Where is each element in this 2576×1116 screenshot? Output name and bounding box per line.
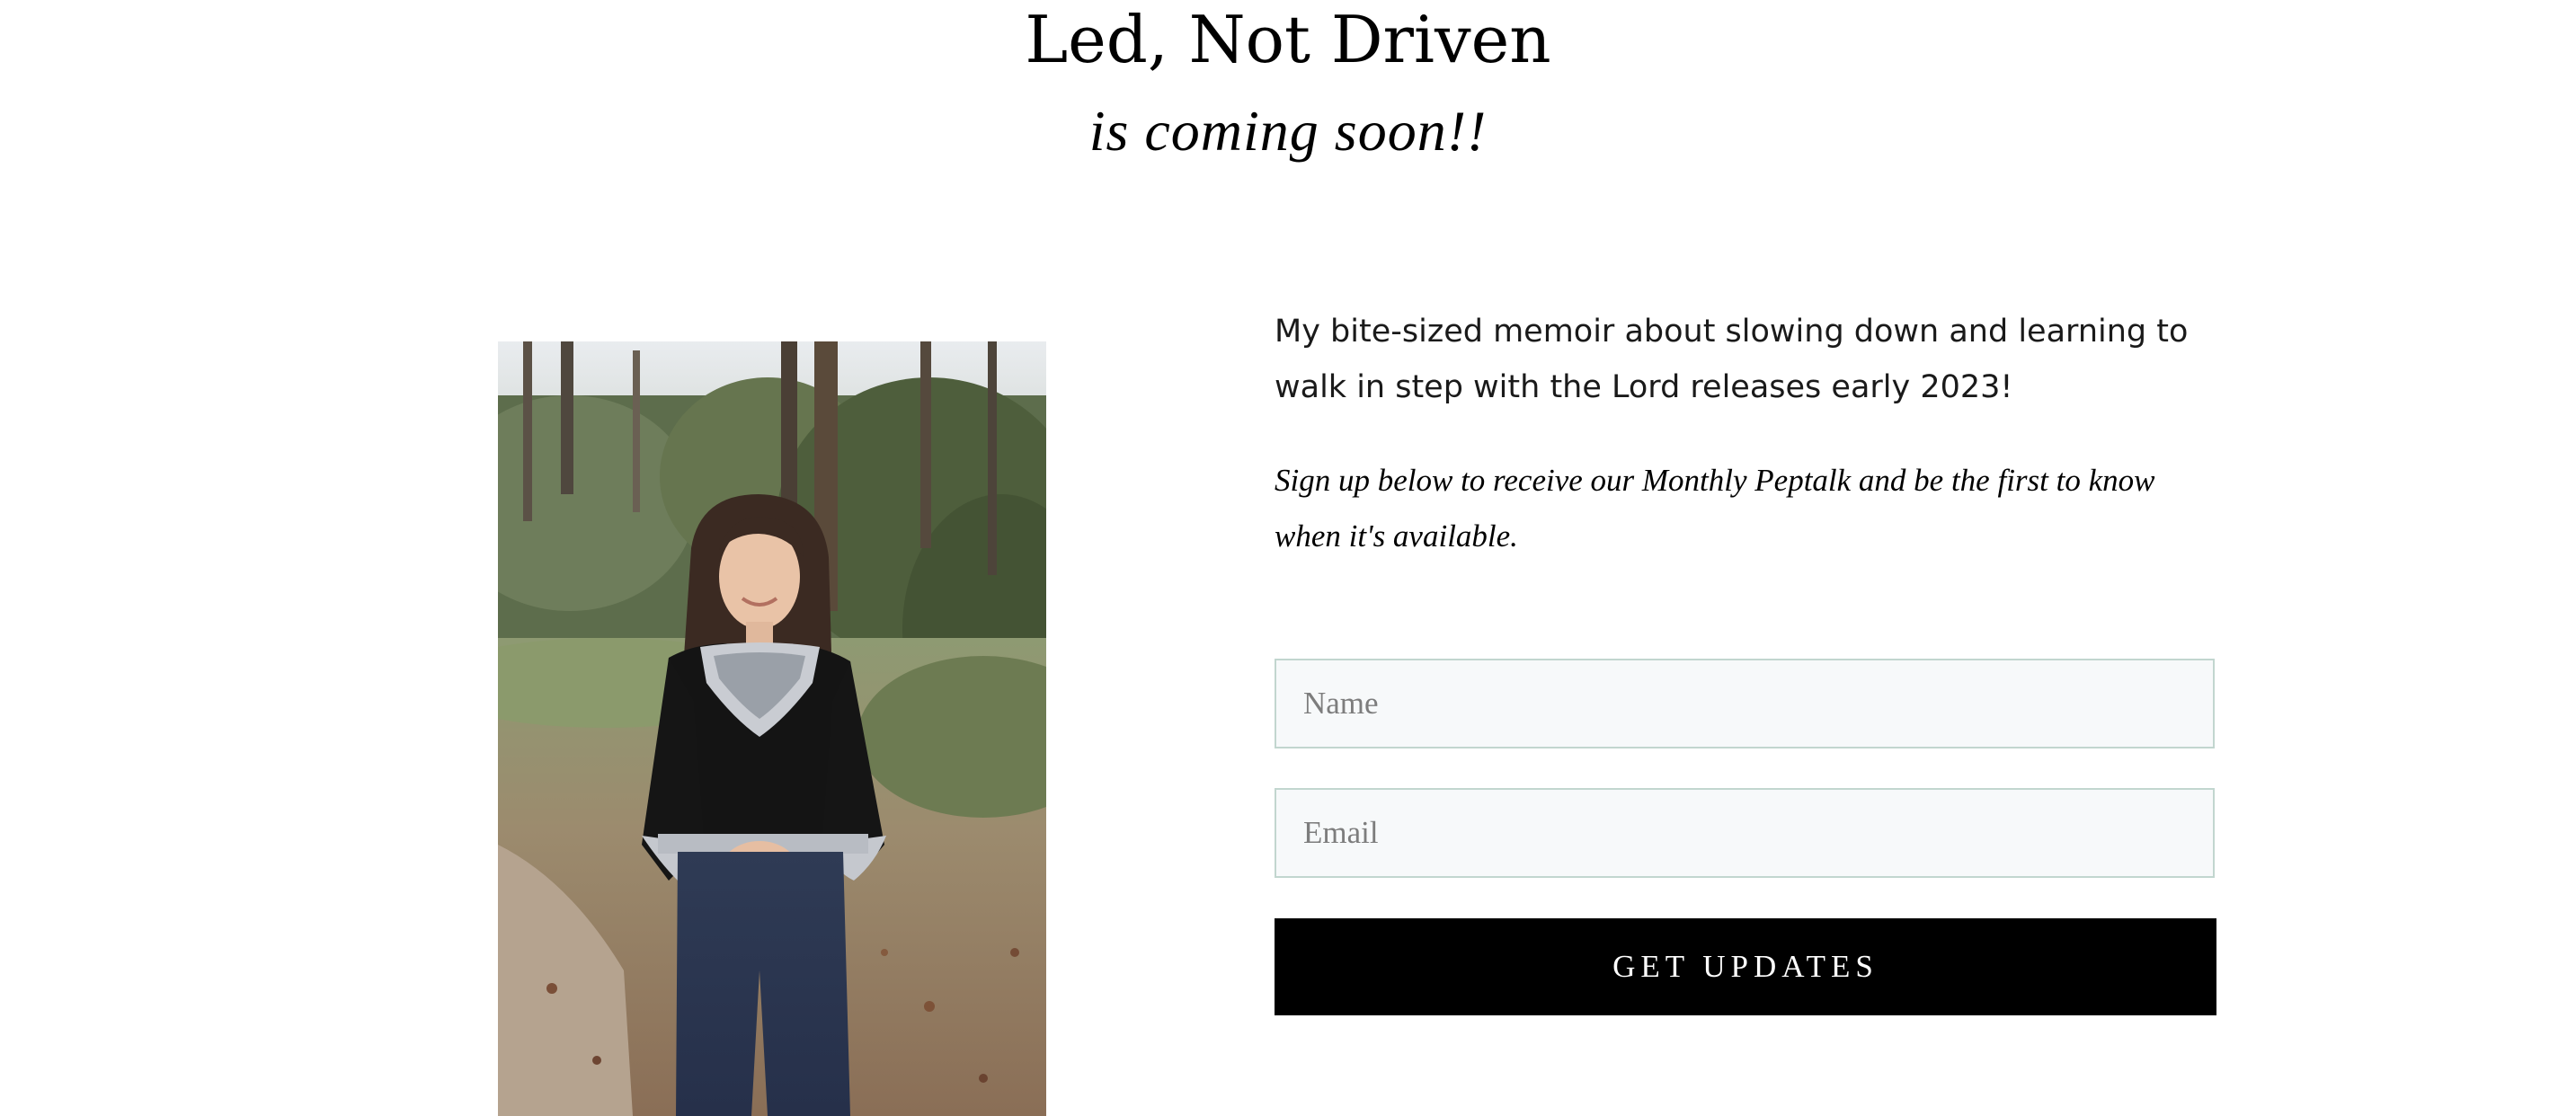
email-input[interactable]	[1275, 788, 2215, 878]
get-updates-button[interactable]: GET UPDATES	[1275, 918, 2216, 1015]
name-input[interactable]	[1275, 659, 2215, 748]
book-description: My bite-sized memoir about slowing down …	[1275, 314, 2189, 405]
signup-prompt: Sign up below to receive our Monthly Pep…	[1275, 463, 2155, 554]
landing-page: Led, Not Driven is coming soon!! My bite…	[0, 0, 2576, 1116]
book-title: Led, Not Driven	[1025, 2, 1551, 77]
author-photo	[498, 341, 1046, 1116]
coming-soon-subtitle: is coming soon!!	[1088, 99, 1488, 163]
